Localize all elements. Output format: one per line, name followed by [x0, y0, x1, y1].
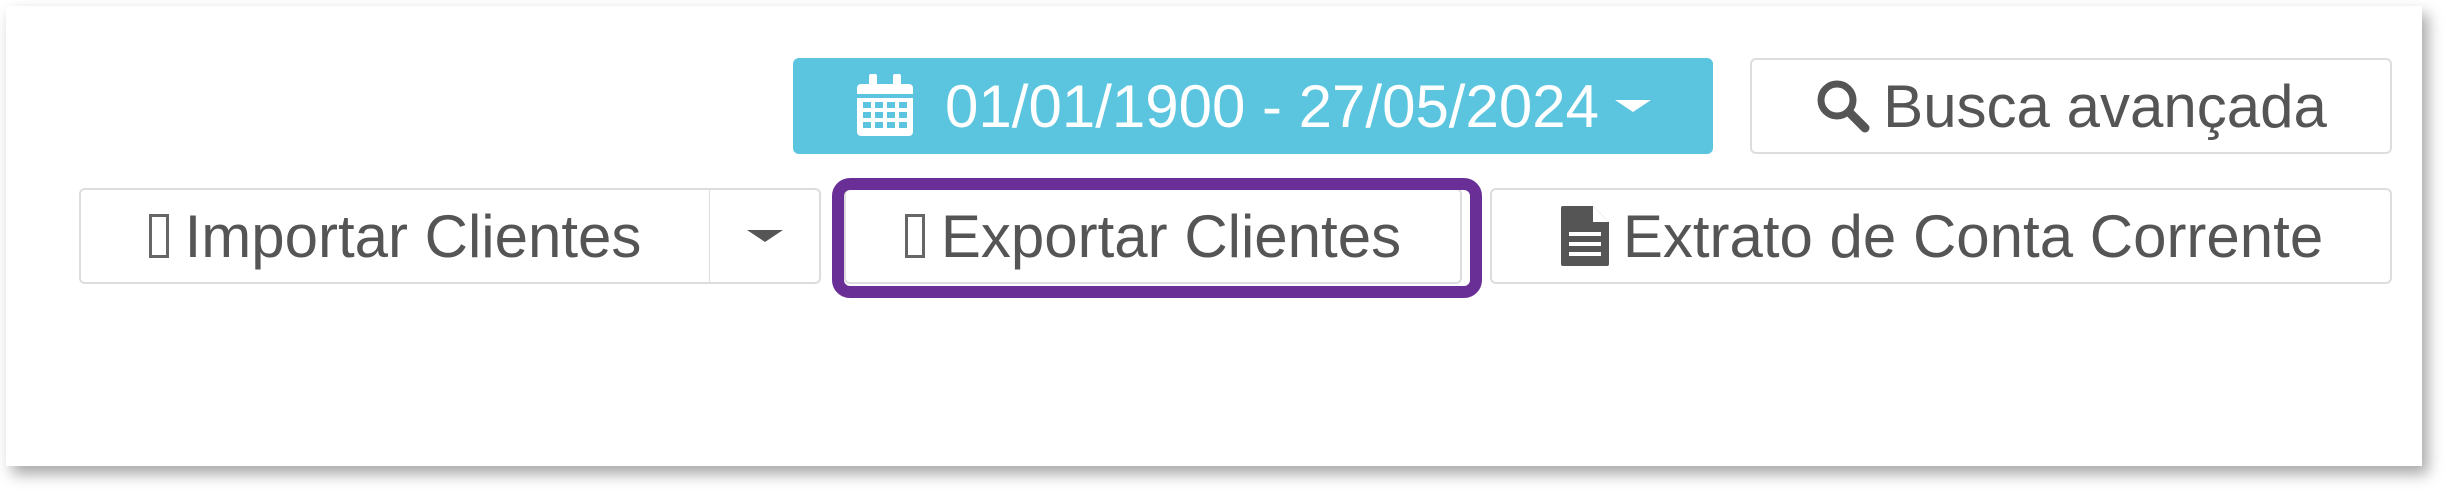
caret-down-icon [1614, 100, 1651, 112]
import-clients-button[interactable]: Importar Clientes [79, 188, 711, 284]
import-icon [148, 214, 169, 258]
toolbar-panel: 01/01/1900 - 27/05/2024 Busca avançada I… [6, 6, 2422, 466]
export-clients-button[interactable]: Exportar Clientes [844, 188, 1462, 284]
advanced-search-button[interactable]: Busca avançada [1750, 58, 2392, 154]
search-icon [1815, 78, 1871, 134]
account-statement-button[interactable]: Extrato de Conta Corrente [1490, 188, 2392, 284]
advanced-search-label: Busca avançada [1883, 72, 2327, 140]
export-clients-label: Exportar Clientes [940, 202, 1402, 270]
caret-down-icon [746, 230, 783, 242]
import-clients-label: Importar Clientes [184, 202, 642, 270]
date-range-label: 01/01/1900 - 27/05/2024 [945, 72, 1599, 140]
date-range-button[interactable]: 01/01/1900 - 27/05/2024 [793, 58, 1713, 154]
import-clients-dropdown-toggle[interactable] [709, 188, 821, 284]
file-text-icon [1559, 204, 1611, 268]
calendar-icon [855, 74, 915, 138]
export-icon [904, 214, 925, 258]
account-statement-label: Extrato de Conta Corrente [1622, 202, 2324, 270]
